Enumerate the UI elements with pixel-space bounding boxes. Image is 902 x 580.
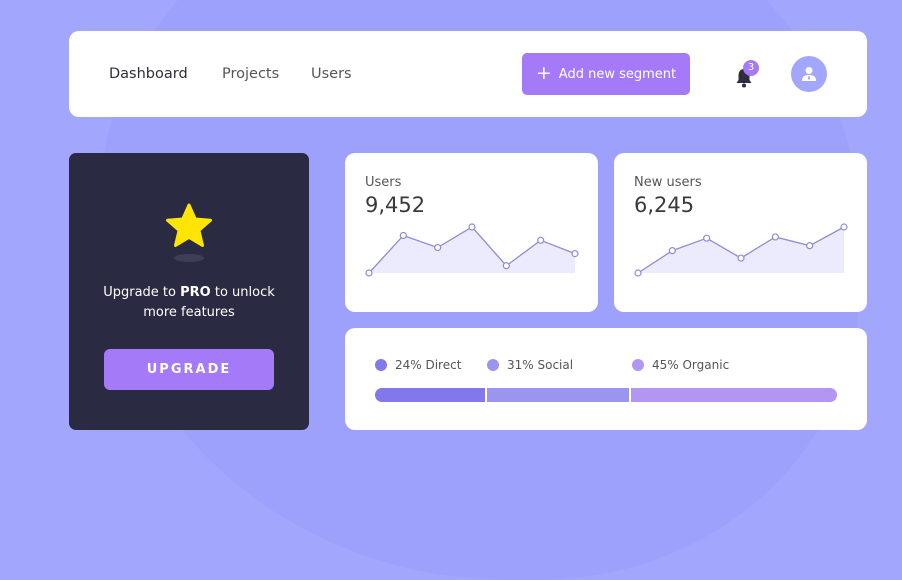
notification-badge: 3 bbox=[743, 60, 759, 76]
sparkline-point bbox=[468, 223, 476, 231]
users-stat-card: Users 9,452 bbox=[345, 153, 598, 312]
sparkline-point bbox=[668, 247, 676, 255]
nav-dashboard[interactable]: Dashboard bbox=[109, 66, 188, 82]
legend-dot-direct bbox=[375, 359, 387, 371]
sparkline-point bbox=[737, 254, 745, 262]
sparkline-point bbox=[399, 231, 407, 240]
users-sparkline bbox=[365, 223, 579, 277]
traffic-sources-bar bbox=[375, 388, 837, 402]
legend-label-organic: 45% Organic bbox=[652, 358, 730, 372]
nav-projects[interactable]: Projects bbox=[222, 66, 279, 82]
upgrade-text-pro: PRO bbox=[180, 285, 211, 300]
new-users-stat-value: 6,245 bbox=[634, 193, 695, 217]
sparkline-point bbox=[434, 243, 442, 252]
users-stat-label: Users bbox=[365, 175, 402, 190]
bar-segment-direct bbox=[375, 388, 485, 402]
legend-label-direct: 24% Direct bbox=[395, 358, 462, 372]
add-new-segment-button[interactable]: + Add new segment bbox=[522, 53, 690, 95]
star-icon bbox=[166, 203, 212, 247]
legend-social: 31% Social bbox=[487, 358, 573, 372]
sparkline-point bbox=[634, 269, 642, 277]
bar-segment-organic bbox=[630, 388, 837, 402]
new-users-sparkline bbox=[634, 223, 848, 277]
sparkline-point bbox=[771, 233, 779, 241]
sparkline-point bbox=[806, 242, 814, 250]
user-avatar[interactable] bbox=[791, 56, 827, 92]
sparkline-point bbox=[840, 223, 848, 231]
new-users-stat-label: New users bbox=[634, 175, 702, 190]
upgrade-promo-card: Upgrade to PRO to unlock more features U… bbox=[69, 153, 309, 430]
sparkline-point bbox=[502, 262, 510, 270]
add-new-segment-label: Add new segment bbox=[558, 66, 677, 82]
legend-direct: 24% Direct bbox=[375, 358, 461, 372]
top-navigation-bar: Dashboard Projects Users + Add new segme… bbox=[69, 31, 867, 117]
upgrade-button[interactable]: UPGRADE bbox=[104, 349, 274, 390]
sparkline-point bbox=[537, 236, 545, 244]
legend-label-social: 31% Social bbox=[507, 358, 574, 372]
sparkline-area bbox=[369, 227, 575, 273]
legend-dot-organic bbox=[632, 359, 644, 371]
legend-organic: 45% Organic bbox=[632, 358, 729, 372]
upgrade-message: Upgrade to PRO to unlock more features bbox=[89, 283, 289, 323]
sparkline-point bbox=[571, 250, 579, 258]
user-icon bbox=[802, 67, 816, 81]
new-users-stat-card: New users 6,245 bbox=[614, 153, 867, 312]
users-stat-value: 9,452 bbox=[365, 193, 426, 217]
plus-icon: + bbox=[535, 61, 552, 84]
nav-users[interactable]: Users bbox=[311, 66, 352, 82]
legend-dot-social bbox=[487, 359, 499, 371]
sparkline-point bbox=[703, 234, 711, 242]
bar-segment-social bbox=[486, 388, 629, 402]
star-shadow bbox=[174, 254, 204, 262]
traffic-sources-card: 24% Direct 31% Social 45% Organic bbox=[345, 328, 867, 430]
upgrade-text-start: Upgrade to bbox=[103, 285, 181, 300]
sparkline-point bbox=[365, 269, 373, 277]
